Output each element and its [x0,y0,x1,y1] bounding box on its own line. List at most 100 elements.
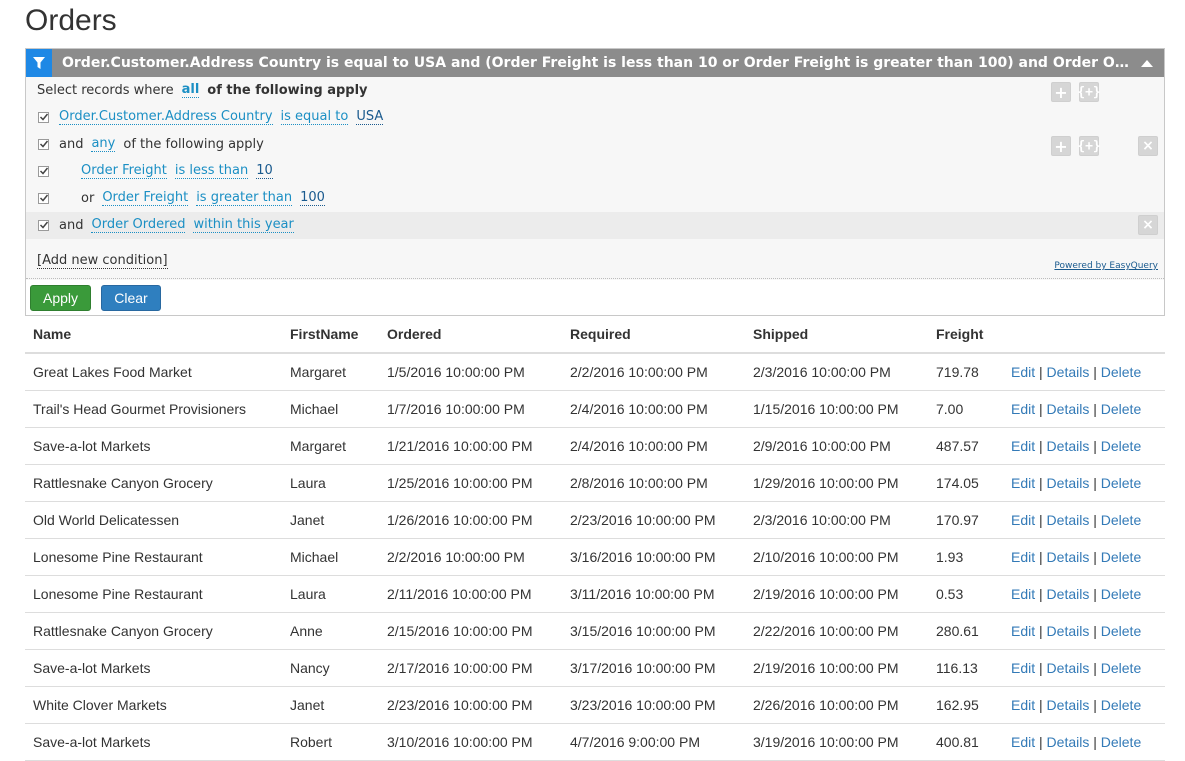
add-group-button[interactable]: {+} [1079,82,1099,102]
cell-freight: 170.97 [928,502,1003,539]
column-header-ordered[interactable]: Ordered [379,315,562,353]
delete-link[interactable]: Delete [1101,586,1141,602]
delete-link[interactable]: Delete [1101,660,1141,676]
cell-name: Rattlesnake Canyon Grocery [25,613,282,650]
cell-ordered: 1/26/2016 10:00:00 PM [379,502,562,539]
condition-checkbox[interactable] [38,166,49,177]
row-actions: Edit | Details | Delete [1003,465,1165,502]
condition-operator-link[interactable]: within this year [193,218,293,233]
powered-by-link[interactable]: Powered by EasyQuery [1054,261,1158,271]
delete-link[interactable]: Delete [1101,438,1141,454]
details-link[interactable]: Details [1047,401,1090,417]
column-header-shipped[interactable]: Shipped [745,315,928,353]
details-link[interactable]: Details [1047,623,1090,639]
details-link[interactable]: Details [1047,734,1090,750]
edit-link[interactable]: Edit [1011,364,1035,380]
cell-shipped: 3/19/2016 10:00:00 PM [745,724,928,761]
cell-name: Save-a-lot Markets [25,428,282,465]
group-suffix: of the following apply [123,137,263,152]
row-actions: Edit | Details | Delete [1003,724,1165,761]
details-link[interactable]: Details [1047,438,1090,454]
cell-required: 3/15/2016 10:00:00 PM [562,613,745,650]
cell-required: 3/16/2016 10:00:00 PM [562,539,745,576]
edit-link[interactable]: Edit [1011,438,1035,454]
condition-checkbox[interactable] [38,139,49,150]
cell-firstname: Michael [282,539,379,576]
cell-firstname: Michael [282,391,379,428]
condition-operator-link[interactable]: is greater than [196,191,292,206]
group-mode-link[interactable]: any [91,137,115,152]
group-remove-button[interactable]: × [1138,136,1158,156]
condition-attribute-link[interactable]: Order Freight [102,191,188,206]
details-link[interactable]: Details [1047,697,1090,713]
group-add-group-button[interactable]: {+} [1079,136,1099,156]
column-header-freight[interactable]: Freight [928,315,1003,353]
column-header-name[interactable]: Name [25,315,282,353]
edit-link[interactable]: Edit [1011,586,1035,602]
delete-link[interactable]: Delete [1101,364,1141,380]
delete-link[interactable]: Delete [1101,623,1141,639]
add-new-condition-link[interactable]: [Add new condition] [37,254,168,269]
cell-freight: 0.53 [928,576,1003,613]
delete-link[interactable]: Delete [1101,734,1141,750]
add-condition-plus-button[interactable]: + [1051,82,1071,102]
condition-checkbox[interactable] [38,193,49,204]
details-link[interactable]: Details [1047,475,1090,491]
condition-checkbox[interactable] [38,220,49,231]
condition-group-row: and any of the following apply [26,131,1164,158]
condition-operator-link[interactable]: is less than [175,164,248,179]
edit-link[interactable]: Edit [1011,734,1035,750]
row-actions: Edit | Details | Delete [1003,687,1165,724]
match-mode-link[interactable]: all [182,83,200,98]
delete-link[interactable]: Delete [1101,475,1141,491]
condition-operator-link[interactable]: is equal to [281,110,349,125]
cell-required: 2/4/2016 10:00:00 PM [562,428,745,465]
cell-ordered: 2/23/2016 10:00:00 PM [379,687,562,724]
details-link[interactable]: Details [1047,586,1090,602]
details-link[interactable]: Details [1047,512,1090,528]
edit-link[interactable]: Edit [1011,549,1035,565]
condition-checkbox[interactable] [38,112,49,123]
condition-attribute-link[interactable]: Order.Customer.Address Country [59,110,273,125]
cell-name: White Clover Markets [25,687,282,724]
cell-firstname: Janet [282,687,379,724]
cell-freight: 116.13 [928,650,1003,687]
condition-attribute-link[interactable]: Order Ordered [91,218,185,233]
apply-button[interactable]: Apply [30,285,91,311]
edit-link[interactable]: Edit [1011,660,1035,676]
column-header-firstname[interactable]: FirstName [282,315,379,353]
details-link[interactable]: Details [1047,364,1090,380]
delete-link[interactable]: Delete [1101,512,1141,528]
edit-link[interactable]: Edit [1011,697,1035,713]
collapse-icon[interactable] [1130,49,1164,77]
details-link[interactable]: Details [1047,660,1090,676]
group-add-condition-plus-button[interactable]: + [1051,136,1071,156]
cell-shipped: 2/10/2016 10:00:00 PM [745,539,928,576]
delete-link[interactable]: Delete [1101,697,1141,713]
filter-header[interactable]: Order.Customer.Address Country is equal … [26,49,1164,77]
row-actions: Edit | Details | Delete [1003,576,1165,613]
cell-shipped: 1/15/2016 10:00:00 PM [745,391,928,428]
cell-required: 2/4/2016 10:00:00 PM [562,391,745,428]
edit-link[interactable]: Edit [1011,401,1035,417]
cell-name: Save-a-lot Markets [25,650,282,687]
cell-required: 2/2/2016 10:00:00 PM [562,353,745,391]
edit-link[interactable]: Edit [1011,475,1035,491]
filter-icon [26,49,52,77]
row-actions: Edit | Details | Delete [1003,428,1165,465]
condition-value-link[interactable]: USA [356,110,383,125]
clear-button[interactable]: Clear [101,285,161,311]
column-header-required[interactable]: Required [562,315,745,353]
cell-firstname: Laura [282,465,379,502]
table-row: Save-a-lot MarketsMargaret1/21/2016 10:0… [25,428,1165,465]
condition-attribute-link[interactable]: Order Freight [81,164,167,179]
condition-value-link[interactable]: 10 [256,164,273,179]
delete-link[interactable]: Delete [1101,401,1141,417]
edit-link[interactable]: Edit [1011,512,1035,528]
edit-link[interactable]: Edit [1011,623,1035,639]
details-link[interactable]: Details [1047,549,1090,565]
condition-remove-button[interactable]: × [1138,215,1158,235]
condition-value-link[interactable]: 100 [300,191,325,206]
delete-link[interactable]: Delete [1101,549,1141,565]
cell-ordered: 1/21/2016 10:00:00 PM [379,428,562,465]
